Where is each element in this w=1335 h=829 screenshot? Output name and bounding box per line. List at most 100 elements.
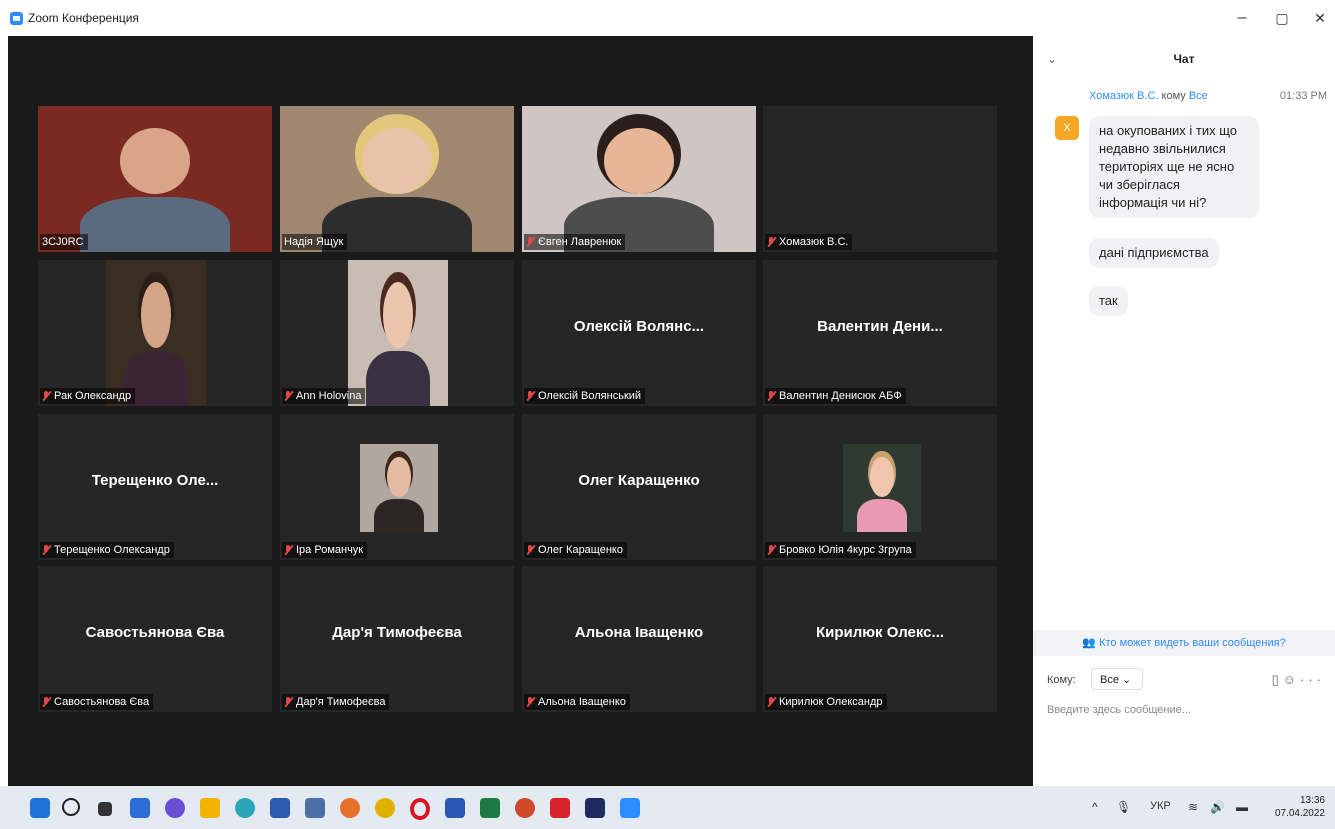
participant-tile[interactable]: Бровко Юлія 4курс 3група (763, 414, 997, 560)
sender-name[interactable]: Хомазюк В.С. (1089, 90, 1158, 102)
participant-name-label: Бровко Юлія 4курс 3група (765, 542, 916, 558)
close-button[interactable]: ✕ (1300, 6, 1335, 30)
app-icon[interactable] (305, 798, 325, 818)
wifi-icon[interactable]: ≋ (1188, 800, 1198, 814)
participant-face (603, 127, 675, 194)
language-indicator[interactable]: УКР (1150, 800, 1171, 812)
people-icon: 👥 (1082, 637, 1097, 649)
message-input[interactable]: Введите здесь сообщение... (1047, 704, 1191, 716)
participant-name: Євген Лавренюк (538, 236, 622, 248)
participant-tile[interactable]: Рак Олександр (38, 260, 272, 406)
participant-tile[interactable]: Євген Лавренюк (522, 106, 756, 252)
participant-display-name: Дар'я Тимофеєва (332, 624, 462, 641)
word-icon[interactable] (445, 798, 465, 818)
muted-mic-icon (526, 236, 534, 248)
participant-name: Терещенко Олександр (54, 544, 170, 556)
recipient-select[interactable]: Все ⌄ (1091, 668, 1143, 690)
participant-tile[interactable]: 3CJ0RC (38, 106, 272, 252)
window-title: Zoom Конференция (28, 11, 139, 25)
muted-mic-icon (284, 696, 292, 708)
participant-tile[interactable]: Кирилюк Олекс... Кирилюк Олександр (763, 566, 997, 712)
participant-name-label: Дар'я Тимофеєва (282, 694, 390, 710)
more-icon[interactable]: ··· (1300, 672, 1325, 687)
participant-tile[interactable]: Олексій Волянс... Олексій Волянський (522, 260, 756, 406)
muted-mic-icon (42, 544, 50, 556)
opera-icon[interactable] (410, 798, 430, 820)
participant-name: 3CJ0RC (42, 236, 84, 248)
participant-tile[interactable]: Савостьянова Єва Савостьянова Єва (38, 566, 272, 712)
participant-display-name: Кирилюк Олекс... (815, 624, 945, 641)
muted-mic-icon (526, 696, 534, 708)
participant-video (360, 444, 438, 532)
task-view-icon[interactable] (98, 802, 112, 816)
minimize-button[interactable]: – (1222, 6, 1262, 30)
participant-face (387, 457, 411, 497)
participant-tile[interactable]: Терещенко Оле... Терещенко Олександр (38, 414, 272, 560)
participant-video (280, 106, 514, 252)
participant-name-label: Савостьянова Єва (40, 694, 154, 710)
muted-mic-icon (42, 696, 50, 708)
battery-icon[interactable]: ▬ (1236, 800, 1248, 814)
chat-panel: ⌄ Чат Хомазюк В.С. кому Все 01:33 PM Х н… (1033, 36, 1335, 786)
chevron-up-icon[interactable]: ^ (1092, 800, 1098, 814)
chat-message: так (1089, 286, 1128, 316)
chrome-icon[interactable] (375, 798, 395, 818)
participant-name: Рак Олександр (54, 390, 132, 402)
clock-time: 13:36 (1299, 795, 1325, 806)
participant-video (106, 260, 206, 406)
recipient-select-value: Все (1100, 674, 1119, 686)
chat-app-icon[interactable] (165, 798, 185, 818)
participant-name-label: Ann Holovina (282, 388, 366, 404)
widgets-icon[interactable] (130, 798, 150, 818)
restore-button[interactable]: ▢ (1262, 6, 1302, 30)
search-icon[interactable] (62, 798, 80, 816)
edge-icon[interactable] (235, 798, 255, 818)
participant-name-label: Надія Ящук (282, 234, 348, 250)
participant-name: Кирилюк Олександр (779, 696, 883, 708)
participant-face (141, 281, 171, 348)
volume-icon[interactable]: 🔊 (1210, 800, 1225, 814)
participant-name-label: Терещенко Олександр (40, 542, 174, 558)
chat-header: ⌄ Чат (1033, 36, 1335, 80)
muted-mic-icon (42, 390, 50, 402)
participant-display-name: Олег Каращенко (578, 472, 700, 489)
participant-tile[interactable]: Олег Каращенко Олег Каращенко (522, 414, 756, 560)
participant-face (361, 127, 433, 194)
participant-tile[interactable]: Іра Романчук (280, 414, 514, 560)
microphone-icon[interactable]: 🎙 (1116, 800, 1131, 814)
store-icon[interactable] (270, 798, 290, 818)
participant-tile[interactable]: Валентин Дени... Валентин Денисюк АБФ (763, 260, 997, 406)
participant-body (857, 498, 907, 532)
who-can-see-label: Кто может видеть ваши сообщения? (1099, 637, 1286, 649)
zoom-taskbar-icon[interactable] (620, 798, 640, 818)
emoji-icon[interactable]: ☺ (1283, 672, 1300, 687)
who-can-see-link[interactable]: 👥 Кто может видеть ваши сообщения? (1033, 630, 1335, 656)
chat-message: дані підприємства (1089, 238, 1219, 268)
file-explorer-icon[interactable] (200, 798, 220, 818)
participant-tile[interactable]: Надія Ящук (280, 106, 514, 252)
participant-tile[interactable]: Дар'я Тимофеєва Дар'я Тимофеєва (280, 566, 514, 712)
participant-video (38, 106, 272, 252)
participant-body (366, 350, 430, 406)
app-icon[interactable] (585, 798, 605, 818)
powerpoint-icon[interactable] (515, 798, 535, 818)
participant-tile[interactable]: Хомазюк В.С. (763, 106, 997, 252)
participant-name: Іра Романчук (296, 544, 364, 556)
video-gallery: 3CJ0RC Надія Ящук Євген Лавренюк Хомазюк В.… (8, 36, 1033, 786)
participant-video (522, 106, 756, 252)
firefox-icon[interactable] (340, 798, 360, 818)
windows-taskbar: ^ 🎙 УКР ≋ 🔊 ▬ 13:36 07.04.2022 (0, 786, 1335, 829)
participant-name: Савостьянова Єва (54, 696, 150, 708)
participant-display-name: Альона Іващенко (574, 624, 704, 641)
participant-name: Надія Ящук (284, 236, 344, 248)
acrobat-icon[interactable] (550, 798, 570, 818)
start-icon[interactable] (30, 798, 50, 818)
clock[interactable]: 13:36 07.04.2022 (1275, 794, 1325, 820)
participant-video (843, 444, 921, 532)
participant-tile[interactable]: Альона Іващенко Альона Іващенко (522, 566, 756, 712)
participant-face (870, 457, 894, 497)
excel-icon[interactable] (480, 798, 500, 818)
muted-mic-icon (767, 236, 775, 248)
participant-tile[interactable]: Ann Holovina (280, 260, 514, 406)
file-icon[interactable]: ▯ (1272, 672, 1283, 687)
